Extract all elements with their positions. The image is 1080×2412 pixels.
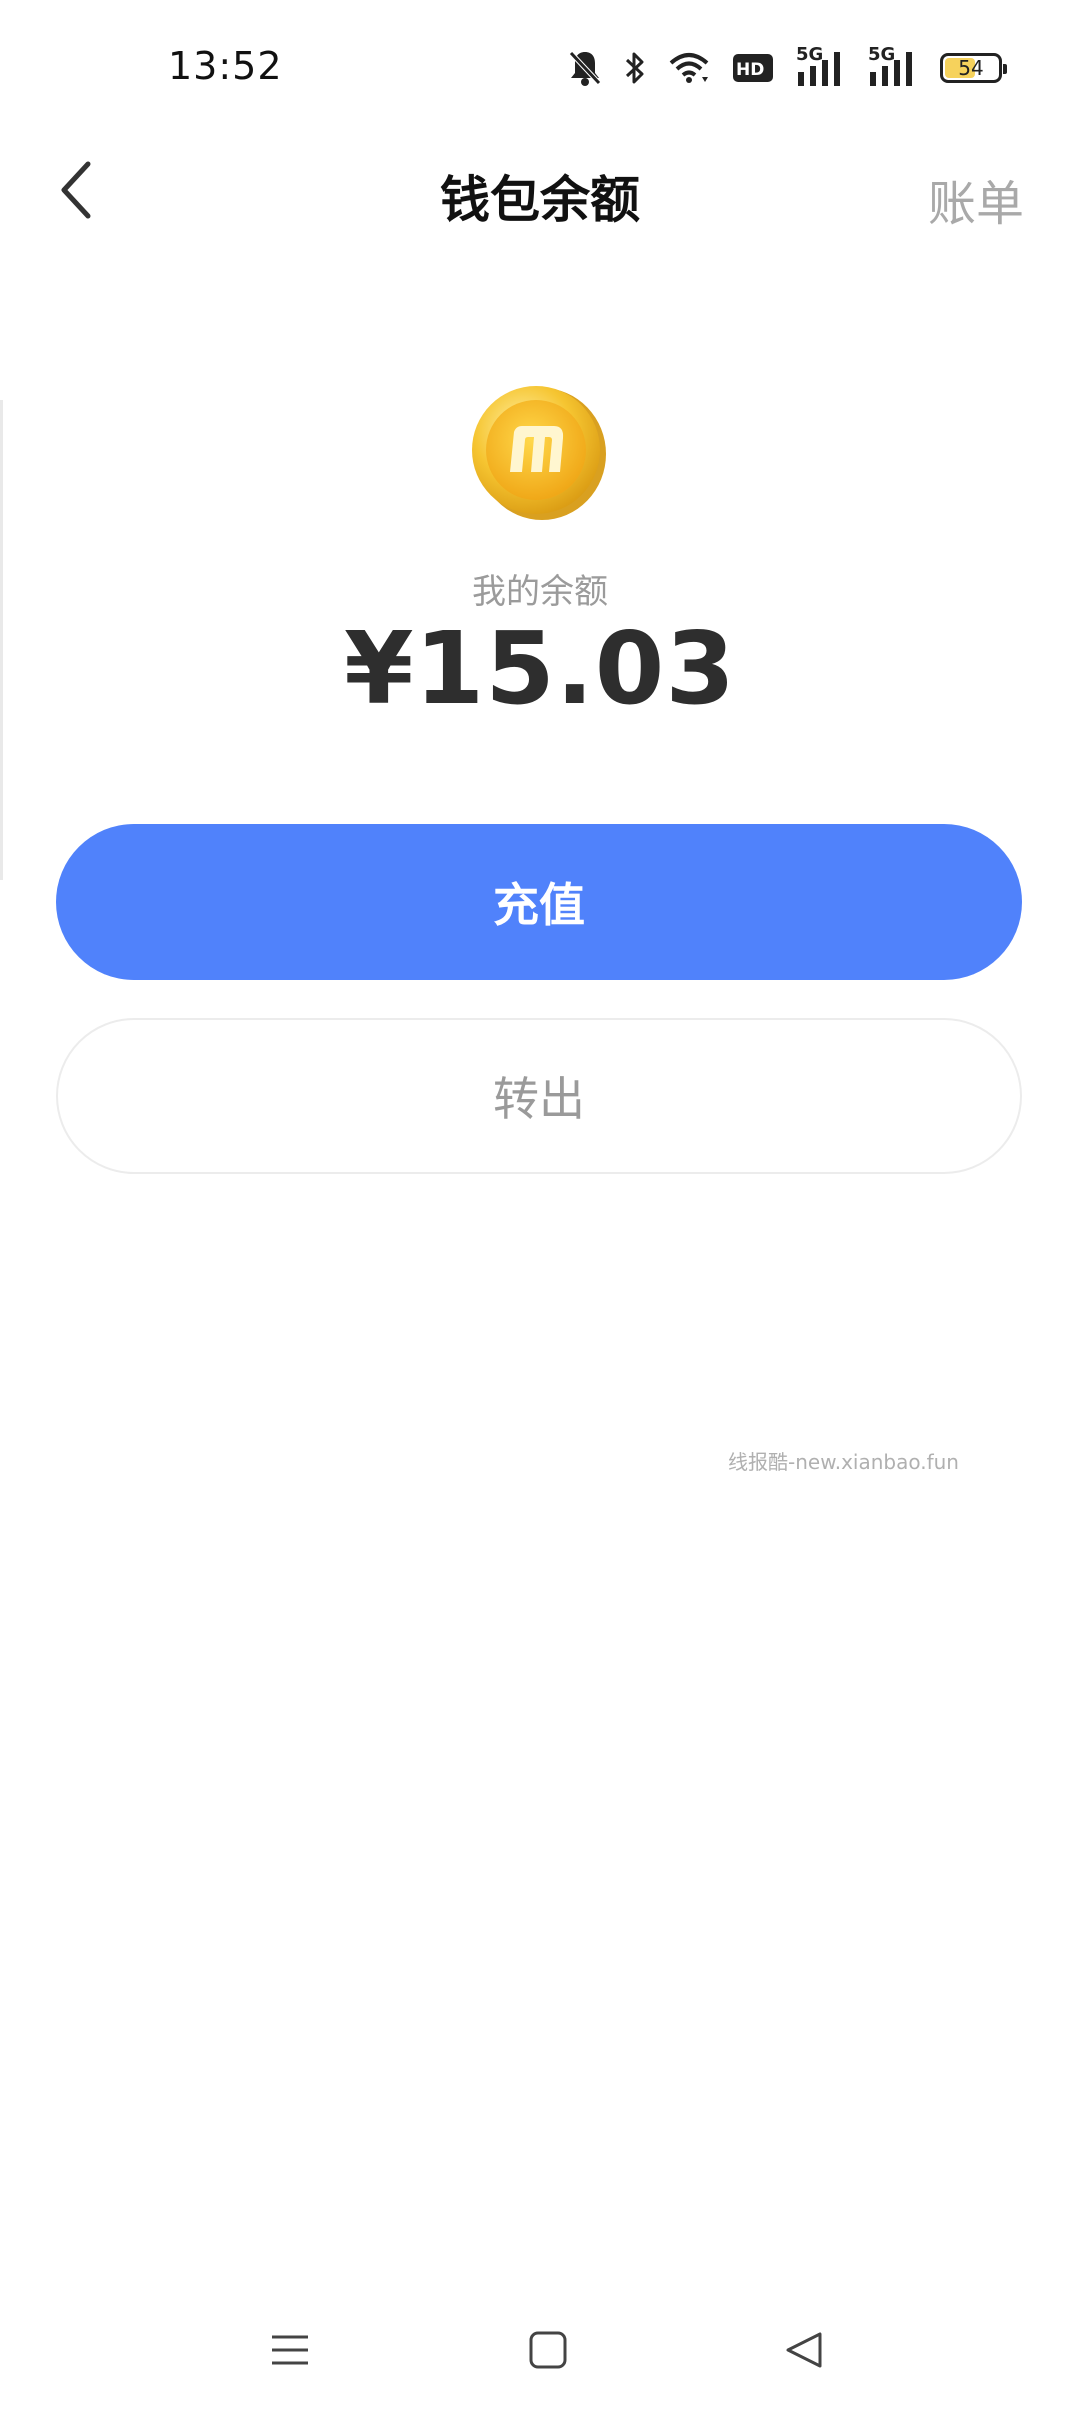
menu-icon bbox=[270, 2330, 310, 2374]
status-bar: 13:52 HD 5G 5G 54 bbox=[0, 0, 1080, 136]
bluetooth-icon bbox=[624, 50, 646, 86]
status-time: 13:52 bbox=[168, 44, 283, 88]
status-icons: HD 5G 5G 54 bbox=[568, 44, 1007, 90]
battery-level: 54 bbox=[958, 56, 984, 80]
page-title: 钱包余额 bbox=[440, 171, 640, 229]
navigation-bar bbox=[0, 2292, 1080, 2412]
signal-5g-icon: 5G bbox=[796, 44, 846, 88]
balance-label: 我的余额 bbox=[472, 572, 608, 612]
back-triangle-icon bbox=[784, 2330, 824, 2374]
recharge-button[interactable]: 充值 bbox=[56, 824, 1022, 980]
bell-off-icon bbox=[568, 49, 602, 87]
home-square-icon bbox=[528, 2330, 568, 2374]
header: 钱包余额 账单 bbox=[0, 136, 1080, 252]
gold-coin-icon bbox=[468, 380, 610, 522]
menu-button[interactable] bbox=[250, 2312, 330, 2392]
hd-icon: HD bbox=[732, 53, 774, 83]
home-button[interactable] bbox=[508, 2312, 588, 2392]
bill-link[interactable]: 账单 bbox=[928, 164, 1024, 234]
battery-icon: 54 bbox=[940, 53, 1007, 83]
signal-5g-icon: 5G bbox=[868, 44, 918, 88]
svg-text:HD: HD bbox=[736, 60, 764, 80]
withdraw-button[interactable]: 转出 bbox=[56, 1018, 1022, 1174]
wifi-icon bbox=[668, 51, 710, 85]
back-nav-button[interactable] bbox=[764, 2312, 844, 2392]
balance-amount: ¥15.03 bbox=[344, 610, 736, 727]
watermark: 线报酷-new.xianbao.fun bbox=[728, 1450, 959, 1474]
